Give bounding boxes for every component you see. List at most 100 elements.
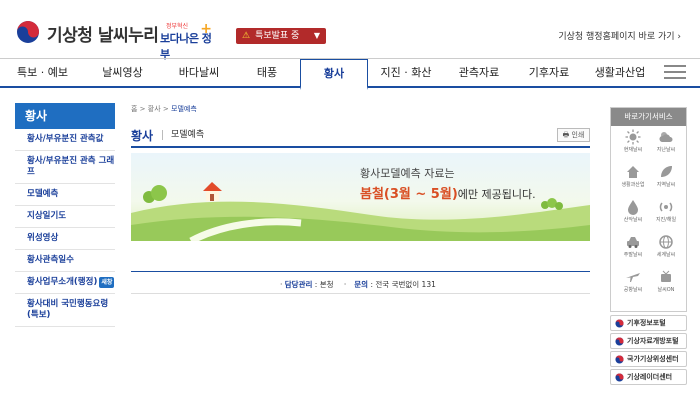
sidebar-title: 황사 (15, 103, 115, 129)
broadcast-icon (661, 270, 671, 282)
quick-link-label: 세계날씨 (656, 252, 676, 258)
kma-admin-link[interactable]: 기상청 행정홈페이지 바로 가기 › (558, 29, 681, 42)
banner-line-2-rest: 에만 제공됩니다. (457, 188, 536, 201)
portal-link-label: 기상레이더센터 (627, 373, 673, 381)
footer-bottom-divider (131, 293, 590, 294)
sidebar: 황사 황사/부유분진 관측값 황사/부유분진 관측 그래프 모델예측 지상일기도… (15, 103, 115, 327)
quick-regional-weather[interactable]: 지역날씨 (651, 164, 681, 194)
drop-icon (628, 200, 638, 215)
quick-link-label: 현재날씨 (623, 147, 643, 153)
title-divider (131, 146, 590, 148)
quick-airport-weather[interactable]: 공항날씨 (618, 269, 648, 299)
house-icon (627, 166, 639, 178)
nav-item-marine[interactable]: 바다날씨 (160, 59, 238, 87)
sidebar-item-dust-values[interactable]: 황사/부유분진 관측값 (15, 129, 115, 151)
quick-links-panel: 바로가기서비스 현재날씨 지난날씨 생활과산업 지역날씨 산악날씨 지진/해일 … (610, 107, 687, 312)
breadcrumb: 홈 > 황사 > 모델예측 (131, 105, 197, 113)
nav-item-forecast[interactable]: 특보 · 예보 (0, 59, 85, 87)
plus-icon: + (200, 21, 212, 37)
quick-link-label: 지난날씨 (656, 147, 676, 153)
breadcrumb-current: 모델예측 (171, 105, 197, 113)
plane-icon (626, 273, 640, 282)
alert-select[interactable]: ⚠ 특보발표 중 ▼ (236, 28, 326, 44)
sidebar-item-dust-guide[interactable]: 황사대비 국민행동요령(특보) (15, 294, 115, 327)
nav-item-weather-video[interactable]: 날씨영상 (85, 59, 160, 87)
footer-divider (131, 271, 590, 272)
car-icon (627, 237, 639, 248)
sidebar-item-dust-graph[interactable]: 황사/부유분진 관측 그래프 (15, 151, 115, 184)
kma-mini-logo-icon (615, 355, 624, 364)
quick-current-weather[interactable]: 현재날씨 (618, 129, 648, 159)
new-window-badge: 새창 (99, 277, 115, 288)
quick-link-label: 날씨ON (657, 287, 675, 293)
quick-weather-on[interactable]: 날씨ON (651, 269, 681, 299)
leaf-icon (661, 166, 672, 177)
header: 기상청 날씨누리 정부혁신 보다나은 정부 + ⚠ 특보발표 중 ▼ 기상청 행정… (0, 0, 700, 61)
menu-icon[interactable] (664, 65, 686, 81)
cloud-sun-icon (659, 132, 673, 142)
quick-link-label: 지역날씨 (656, 182, 676, 188)
banner-line-1: 황사모델예측 자료는 (360, 167, 455, 180)
quick-life-industry[interactable]: 생활과산업 (618, 164, 648, 194)
quick-link-label: 산악날씨 (623, 217, 643, 223)
kma-logo-icon[interactable] (16, 20, 40, 44)
page-subtitle: 모델예측 (162, 130, 204, 140)
main-nav: 특보 · 예보 날씨영상 바다날씨 태풍 황사 지진 · 화산 관측자료 기후자… (0, 58, 700, 90)
globe-icon (659, 235, 673, 249)
print-label: 인쇄 (571, 131, 585, 139)
site-title[interactable]: 기상청 날씨누리 (47, 21, 159, 46)
nav-item-yellow-dust[interactable]: 황사 (300, 59, 368, 90)
breadcrumb-section[interactable]: 황사 (148, 105, 161, 113)
banner-line-2: 봄철(3월 ~ 5월)에만 제공됩니다. (360, 183, 536, 202)
nav-item-typhoon[interactable]: 태풍 (238, 59, 296, 87)
quick-link-label: 지진/해일 (655, 217, 677, 223)
sun-icon (625, 129, 641, 145)
manager-label: 담당관리 (284, 280, 313, 289)
breadcrumb-home[interactable]: 홈 (131, 105, 137, 113)
sidebar-item-surface-chart[interactable]: 지상일기도 (15, 206, 115, 228)
quick-links-title: 바로가기서비스 (611, 108, 686, 126)
portal-link-label: 국가기상위성센터 (627, 355, 679, 363)
quick-mountain-weather[interactable]: 산악날씨 (618, 199, 648, 229)
sidebar-item-model-forecast[interactable]: 모델예측 (15, 184, 115, 206)
contact-value: 전국 국번없이 131 (375, 280, 436, 289)
page-footer-info: · 담당관리 : 본청 · 문의 : 전국 국번없이 131 (280, 280, 436, 289)
sidebar-item-dust-days[interactable]: 황사관측일수 (15, 250, 115, 272)
quick-link-label: 주말날씨 (623, 252, 643, 258)
nav-item-climate[interactable]: 기후자료 (514, 59, 584, 87)
page-title: 황사 (131, 129, 154, 143)
alert-select-label: 특보발표 중 (255, 31, 300, 41)
quick-world-weather[interactable]: 세계날씨 (651, 234, 681, 264)
nav-item-observation[interactable]: 관측자료 (444, 59, 514, 87)
page: 기상청 날씨누리 정부혁신 보다나은 정부 + ⚠ 특보발표 중 ▼ 기상청 행정… (0, 0, 700, 420)
gov-innovation-badge[interactable]: 정부혁신 보다나은 정부 + (160, 21, 212, 61)
nav-item-life-industry[interactable]: 생활과산업 (584, 59, 656, 87)
contact-label: 문의 (354, 280, 369, 289)
portal-link-label: 기후정보포털 (627, 319, 666, 327)
open-data-portal-link[interactable]: 기상자료개방포털 (610, 333, 687, 349)
kma-mini-logo-icon (615, 319, 624, 328)
kma-mini-logo-icon (615, 373, 624, 382)
quick-link-label: 공항날씨 (623, 287, 643, 293)
quick-past-weather[interactable]: 지난날씨 (651, 129, 681, 159)
climate-portal-link[interactable]: 기후정보포털 (610, 315, 687, 331)
print-button[interactable]: 🖶 인쇄 (557, 128, 590, 142)
caret-down-icon: ▼ (313, 31, 320, 40)
season-emphasis: 봄철(3월 ~ 5월) (360, 187, 458, 202)
nav-item-earthquake[interactable]: 지진 · 화산 (368, 59, 444, 87)
sidebar-item-dust-admin[interactable]: 황사업무소개(행정) 새창 (15, 272, 115, 294)
kma-mini-logo-icon (615, 337, 624, 346)
gov-badge-small: 정부혁신 (166, 23, 189, 30)
quick-weekend-weather[interactable]: 주말날씨 (618, 234, 648, 264)
radar-center-link[interactable]: 기상레이더센터 (610, 369, 687, 385)
quick-earthquake[interactable]: 지진/해일 (651, 199, 681, 229)
sidebar-item-satellite[interactable]: 위성영상 (15, 228, 115, 250)
manager-value: 본청 (319, 280, 334, 289)
portal-link-label: 기상자료개방포털 (627, 337, 679, 345)
sidebar-item-label: 황사업무소개(행정) (27, 277, 98, 287)
quick-link-label: 생활과산업 (621, 182, 645, 188)
warning-icon: ⚠ (242, 31, 251, 41)
signal-icon (659, 202, 673, 212)
satellite-center-link[interactable]: 국가기상위성센터 (610, 351, 687, 367)
season-notice-banner: 황사모델예측 자료는 봄철(3월 ~ 5월)에만 제공됩니다. (131, 153, 590, 241)
